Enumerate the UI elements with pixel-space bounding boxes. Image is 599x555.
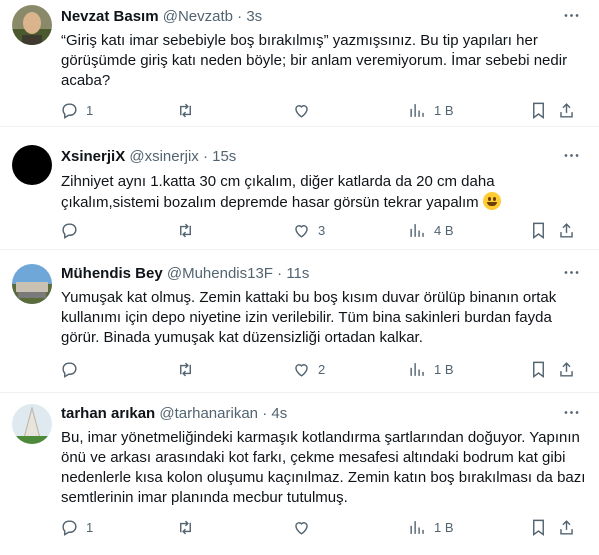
like-button[interactable]: 3	[292, 220, 325, 240]
bookmark-icon	[533, 519, 544, 536]
retweet-icon	[180, 103, 191, 117]
view-count: 1 B	[434, 361, 454, 377]
retweet-button[interactable]	[176, 220, 202, 240]
views-button[interactable]: 4 B	[408, 220, 454, 240]
reply-icon	[62, 361, 77, 378]
retweet-icon	[180, 362, 191, 376]
avatar[interactable]	[12, 5, 52, 45]
bookmark-button[interactable]	[529, 517, 548, 537]
reply-icon	[62, 222, 77, 239]
author-handle[interactable]: @Nevzatb	[163, 8, 233, 25]
separator: ·	[202, 148, 208, 165]
views-icon	[410, 103, 424, 117]
author-name[interactable]: Mühendis Bey	[61, 265, 163, 282]
author-name[interactable]: tarhan arıkan	[61, 405, 155, 422]
tweet-text: Bu, imar yönetmeliğindeki karmaşık kotla…	[61, 429, 586, 506]
views-icon	[410, 520, 424, 534]
separator: ·	[237, 8, 243, 25]
tweet-3[interactable]: Mühendis Bey @Muhendis13F · 11s Yumuşak …	[0, 250, 599, 393]
reply-icon	[62, 519, 77, 536]
views-icon	[410, 362, 424, 376]
separator: ·	[277, 265, 283, 282]
avatar[interactable]	[12, 404, 52, 444]
share-button[interactable]	[557, 359, 576, 379]
bookmark-button[interactable]	[529, 220, 548, 240]
tweet-1[interactable]: Nevzat Basım @Nevzatb · 3s “Giriş katı i…	[0, 0, 599, 127]
view-count: 1 B	[434, 102, 454, 118]
reply-button[interactable]: 1	[60, 517, 93, 537]
retweet-button[interactable]	[176, 359, 202, 379]
like-count: 3	[318, 222, 326, 238]
bookmark-icon	[533, 222, 544, 239]
timestamp[interactable]: 3s	[246, 8, 262, 25]
like-button[interactable]: 2	[292, 359, 325, 379]
reply-button[interactable]	[60, 359, 86, 379]
like-button[interactable]	[292, 517, 318, 537]
share-icon	[560, 102, 573, 118]
like-icon	[295, 104, 308, 118]
views-button[interactable]: 1 B	[408, 100, 454, 120]
retweet-icon	[180, 223, 191, 237]
views-button[interactable]: 1 B	[408, 517, 454, 537]
bookmark-icon	[533, 102, 544, 119]
reply-count: 1	[86, 102, 94, 118]
retweet-button[interactable]	[176, 100, 202, 120]
reply-icon	[62, 102, 77, 119]
tweet-text: “Giriş katı imar sebebiyle boş bırakılmı…	[61, 32, 568, 89]
tweet-text: Yumuşak kat olmuş. Zemin kattaki bu boş …	[61, 289, 557, 346]
share-button[interactable]	[557, 517, 576, 537]
tweet-2[interactable]: XsinerjiX @xsinerjix · 15s Zihniyet aynı…	[0, 127, 599, 250]
author-name[interactable]: XsinerjiX	[61, 148, 125, 165]
avatar[interactable]	[12, 145, 52, 185]
action-bar: 2 1 B	[52, 359, 582, 379]
reply-count: 1	[86, 519, 94, 535]
bookmark-button[interactable]	[529, 359, 548, 379]
author-handle[interactable]: @Muhendis13F	[167, 265, 273, 282]
separator: ·	[262, 405, 268, 422]
like-icon	[295, 521, 308, 535]
timestamp[interactable]: 15s	[212, 148, 236, 165]
action-bar: 1 1 B	[52, 517, 582, 537]
more-dots-icon[interactable]	[562, 146, 581, 169]
view-count: 1 B	[434, 519, 454, 535]
grinning-face-emoji-icon	[482, 192, 501, 210]
action-bar: 1 1 B	[52, 100, 582, 120]
like-icon	[295, 363, 308, 377]
views-button[interactable]: 1 B	[408, 359, 454, 379]
author-handle[interactable]: @tarhanarikan	[159, 405, 258, 422]
share-icon	[560, 519, 573, 535]
timestamp[interactable]: 11s	[286, 265, 309, 282]
share-button[interactable]	[557, 100, 576, 120]
more-dots-icon[interactable]	[562, 6, 581, 29]
author-name[interactable]: Nevzat Basım	[61, 8, 159, 25]
bookmark-icon	[533, 361, 544, 378]
avatar[interactable]	[12, 264, 52, 304]
retweet-icon	[180, 520, 191, 534]
reply-button[interactable]	[60, 220, 86, 240]
share-icon	[560, 222, 573, 238]
like-count: 2	[318, 361, 326, 377]
views-icon	[410, 223, 424, 237]
reply-button[interactable]: 1	[60, 100, 93, 120]
like-button[interactable]	[292, 100, 318, 120]
view-count: 4 B	[434, 222, 454, 238]
more-dots-icon[interactable]	[562, 403, 581, 426]
author-handle[interactable]: @xsinerjix	[129, 148, 198, 165]
timestamp[interactable]: 4s	[271, 405, 287, 422]
bookmark-button[interactable]	[529, 100, 548, 120]
tweet-4[interactable]: tarhan arıkan @tarhanarikan · 4s Bu, ima…	[0, 393, 599, 555]
share-button[interactable]	[557, 220, 576, 240]
more-dots-icon[interactable]	[562, 263, 581, 286]
like-icon	[295, 224, 308, 238]
retweet-button[interactable]	[176, 517, 202, 537]
share-icon	[560, 361, 573, 377]
action-bar: 3 4 B	[52, 220, 582, 240]
tweet-text: Zihniyet aynı 1.katta 30 cm çıkalım, diğ…	[61, 173, 495, 211]
